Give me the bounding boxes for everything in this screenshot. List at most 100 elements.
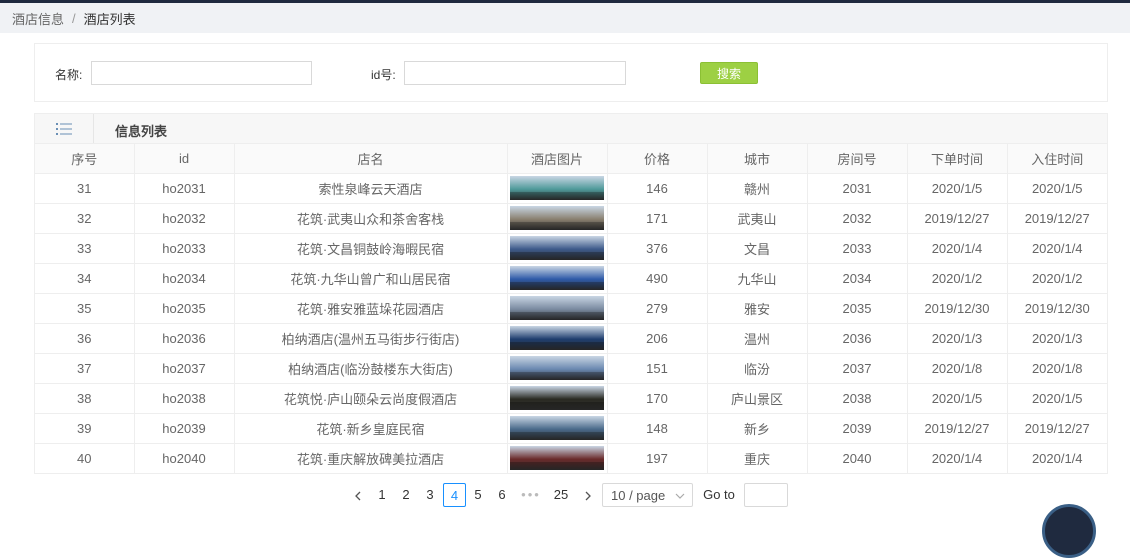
page-size-select[interactable]: 10 / page bbox=[602, 483, 693, 507]
id-input[interactable] bbox=[404, 61, 626, 85]
cell-no: 40 bbox=[35, 443, 135, 473]
cell-img bbox=[507, 443, 608, 473]
page-4[interactable]: 4 bbox=[443, 483, 466, 507]
page-6[interactable]: 6 bbox=[493, 483, 511, 507]
cell-order-time: 2019/12/27 bbox=[907, 203, 1008, 234]
cell-city: 温州 bbox=[707, 323, 808, 354]
hotel-photo-image bbox=[510, 326, 604, 350]
cell-checkin-time: 2020/1/3 bbox=[1007, 323, 1107, 354]
cell-room: 2033 bbox=[807, 233, 908, 264]
list-menu-icon[interactable] bbox=[35, 114, 94, 143]
table-row: 39 ho2039 花筑·新乡皇庭民宿 148 新乡 2039 2019/12/27 2019… bbox=[35, 413, 1107, 444]
cell-checkin-time: 2020/1/8 bbox=[1007, 353, 1107, 384]
table-row: 40 ho2040 花筑·重庆解放碑美拉酒店 197 重庆 2040 2020/1/4 202… bbox=[35, 443, 1107, 473]
cell-price: 197 bbox=[607, 443, 708, 473]
table-row: 33 ho2033 花筑·文昌铜鼓岭海暇民宿 376 文昌 2033 2020/1/4 202… bbox=[35, 233, 1107, 264]
goto-input[interactable] bbox=[744, 483, 788, 507]
cell-img bbox=[507, 173, 608, 204]
cell-id: ho2034 bbox=[134, 263, 235, 294]
cell-checkin-time: 2020/1/5 bbox=[1007, 383, 1107, 414]
cell-checkin-time: 2020/1/2 bbox=[1007, 263, 1107, 294]
cell-room: 2040 bbox=[807, 443, 908, 473]
hotel-photo-image bbox=[510, 356, 604, 380]
name-label: 名称: bbox=[55, 68, 83, 82]
col-header-room: 房间号 bbox=[807, 144, 908, 174]
cell-order-time: 2019/12/30 bbox=[907, 293, 1008, 324]
cell-name: 柏纳酒店(温州五马街步行街店) bbox=[234, 323, 508, 354]
breadcrumb-current: 酒店列表 bbox=[83, 11, 136, 27]
cell-name: 柏纳酒店(临汾鼓楼东大街店) bbox=[234, 353, 508, 384]
cell-name: 花筑·武夷山众和茶舍客栈 bbox=[234, 203, 508, 234]
chevron-right-icon[interactable] bbox=[580, 483, 596, 507]
cell-room: 2037 bbox=[807, 353, 908, 384]
cell-checkin-time: 2019/12/27 bbox=[1007, 203, 1107, 234]
cell-city: 雅安 bbox=[707, 293, 808, 324]
cell-room: 2039 bbox=[807, 413, 908, 444]
floating-action-button[interactable] bbox=[1042, 504, 1096, 558]
cell-name: 索性泉峰云天酒店 bbox=[234, 173, 508, 204]
cell-no: 39 bbox=[35, 413, 135, 444]
pagination-ellipsis[interactable]: ••• bbox=[518, 483, 544, 507]
name-input[interactable] bbox=[91, 61, 312, 85]
cell-price: 490 bbox=[607, 263, 708, 294]
chevron-down-icon bbox=[675, 493, 685, 499]
cell-checkin-time: 2020/1/4 bbox=[1007, 233, 1107, 264]
cell-price: 146 bbox=[607, 173, 708, 204]
page-last[interactable]: 25 bbox=[549, 483, 573, 507]
list-header: 信息列表 bbox=[35, 114, 1107, 144]
page-2[interactable]: 2 bbox=[397, 483, 415, 507]
page-1[interactable]: 1 bbox=[373, 483, 391, 507]
cell-room: 2031 bbox=[807, 173, 908, 204]
cell-no: 33 bbox=[35, 233, 135, 264]
search-button[interactable]: 搜索 bbox=[700, 62, 758, 84]
hotel-photo-image bbox=[510, 236, 604, 260]
cell-city: 赣州 bbox=[707, 173, 808, 204]
cell-img bbox=[507, 383, 608, 414]
breadcrumb-separator: / bbox=[72, 10, 76, 26]
cell-img bbox=[507, 293, 608, 324]
cell-no: 38 bbox=[35, 383, 135, 414]
hotel-photo-image bbox=[510, 416, 604, 440]
cell-no: 31 bbox=[35, 173, 135, 204]
page-5[interactable]: 5 bbox=[469, 483, 487, 507]
table-row: 37 ho2037 柏纳酒店(临汾鼓楼东大街店) 151 临汾 2037 2020/1/8 2… bbox=[35, 353, 1107, 384]
breadcrumb-parent[interactable]: 酒店信息 bbox=[12, 9, 64, 28]
cell-id: ho2035 bbox=[134, 293, 235, 324]
cell-id: ho2037 bbox=[134, 353, 235, 384]
list-title: 信息列表 bbox=[115, 124, 168, 139]
cell-id: ho2038 bbox=[134, 383, 235, 414]
cell-img bbox=[507, 353, 608, 384]
col-header-order-time: 下单时间 bbox=[907, 144, 1008, 174]
cell-order-time: 2020/1/5 bbox=[907, 173, 1008, 204]
cell-img bbox=[507, 263, 608, 294]
cell-city: 文昌 bbox=[707, 233, 808, 264]
col-header-no: 序号 bbox=[35, 144, 135, 174]
cell-room: 2032 bbox=[807, 203, 908, 234]
page-3[interactable]: 3 bbox=[421, 483, 439, 507]
table-row: 32 ho2032 花筑·武夷山众和茶舍客栈 171 武夷山 2032 2019/12/27… bbox=[35, 203, 1107, 234]
cell-id: ho2036 bbox=[134, 323, 235, 354]
chevron-left-icon[interactable] bbox=[350, 483, 366, 507]
pagination: 1 2 3 4 5 6 ••• 25 10 / page Go to bbox=[0, 483, 1130, 507]
cell-id: ho2032 bbox=[134, 203, 235, 234]
cell-city: 九华山 bbox=[707, 263, 808, 294]
hotel-table: 序号 id 店名 酒店图片 价格 城市 房间号 下单时间 入住时间 31 ho20… bbox=[35, 144, 1107, 473]
hotel-photo-image bbox=[510, 446, 604, 471]
info-list-panel: 信息列表 序号 id 店名 酒店图片 价格 城市 房间号 下单时间 入住时间 3… bbox=[34, 113, 1108, 474]
cell-img bbox=[507, 203, 608, 234]
cell-price: 279 bbox=[607, 293, 708, 324]
col-header-checkin-time: 入住时间 bbox=[1007, 144, 1107, 174]
cell-name: 花筑悦·庐山颐朵云尚度假酒店 bbox=[234, 383, 508, 414]
hotel-photo-image bbox=[510, 176, 604, 200]
cell-checkin-time: 2020/1/4 bbox=[1031, 450, 1083, 466]
cell-no: 32 bbox=[35, 203, 135, 234]
cell-img bbox=[507, 323, 608, 354]
cell-no: 35 bbox=[35, 293, 135, 324]
table-row: 35 ho2035 花筑·雅安雅蓝垛花园酒店 279 雅安 2035 2019/12/30 2… bbox=[35, 293, 1107, 324]
id-label: id号: bbox=[371, 68, 396, 82]
cell-img bbox=[507, 233, 608, 264]
cell-price: 170 bbox=[607, 383, 708, 414]
breadcrumb: 酒店信息 / 酒店列表 bbox=[0, 3, 1130, 33]
cell-no: 34 bbox=[35, 263, 135, 294]
cell-city: 临汾 bbox=[707, 353, 808, 384]
